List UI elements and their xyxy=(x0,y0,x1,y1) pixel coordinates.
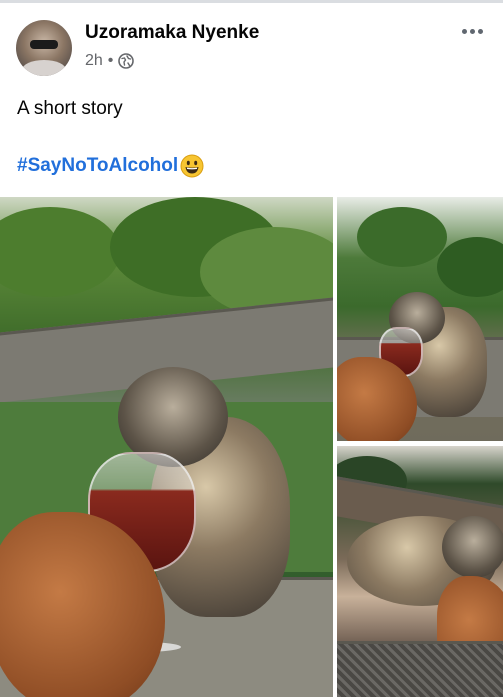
palm-tree xyxy=(357,207,447,267)
photo-top-right[interactable] xyxy=(337,197,503,441)
avatar-sunglasses xyxy=(30,40,58,49)
avatar-collar xyxy=(22,60,66,76)
author-name[interactable]: Uzoramaka Nyenke xyxy=(85,22,259,44)
more-dot xyxy=(469,28,475,34)
post-body-text: A short story xyxy=(17,98,123,119)
foliage xyxy=(0,207,120,297)
monkey-head xyxy=(442,516,503,578)
top-divider xyxy=(0,0,503,3)
author-avatar[interactable] xyxy=(16,20,72,76)
hashtag-link[interactable]: #SayNoToAlcohol xyxy=(17,155,178,177)
more-options-icon[interactable] xyxy=(457,20,487,42)
palm-tree xyxy=(437,237,503,297)
mesh-floor xyxy=(337,641,503,697)
post-meta: 2h • xyxy=(85,52,135,70)
photo-main[interactable] xyxy=(0,197,333,697)
meta-separator: • xyxy=(107,52,114,69)
more-dot xyxy=(461,28,467,34)
photo-bottom-right[interactable] xyxy=(337,446,503,697)
grinning-face-emoji-icon xyxy=(180,154,204,178)
post-time[interactable]: 2h xyxy=(85,52,103,70)
globe-icon xyxy=(118,53,135,69)
more-dot xyxy=(477,28,483,34)
hashtag-line: #SayNoToAlcohol xyxy=(17,154,204,178)
post-header: Uzoramaka Nyenke 2h • xyxy=(16,18,487,78)
